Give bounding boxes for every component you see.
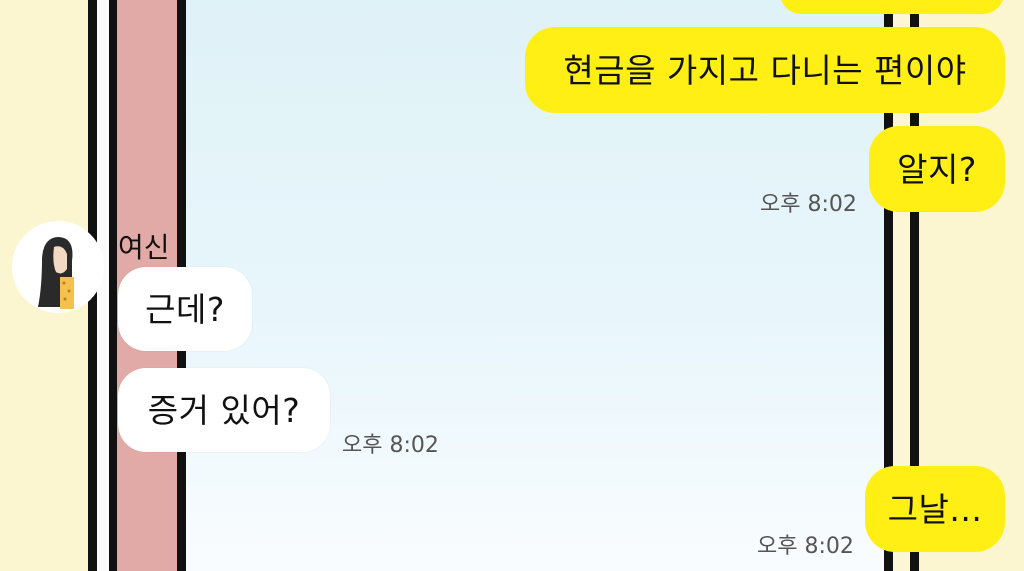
message-timestamp: 오후 8:02 — [342, 433, 439, 458]
message-text: 그날... — [887, 489, 983, 529]
message-text: 근데? — [145, 289, 225, 329]
message-text: 현금을 가지고 다니는 편이야 — [563, 50, 967, 90]
wall-stripe — [109, 0, 117, 571]
message-bubble-partial — [780, 0, 1004, 14]
message-timestamp: 오후 8:02 — [760, 192, 857, 217]
chat-scene: 현금을 가지고 다니는 편이야 알지? 오후 8:02 여신 근데? 증거 있어… — [0, 0, 1024, 571]
avatar-illustration — [12, 221, 104, 313]
my-message-bubble[interactable]: 그날... — [865, 466, 1005, 552]
sender-avatar[interactable] — [12, 221, 104, 313]
message-timestamp: 오후 8:02 — [757, 534, 854, 559]
message-text: 알지? — [897, 149, 977, 189]
their-message-bubble[interactable]: 근데? — [118, 267, 252, 351]
my-message-bubble[interactable]: 알지? — [869, 126, 1005, 212]
sender-name: 여신 — [118, 231, 170, 264]
message-text: 증거 있어? — [147, 390, 301, 430]
their-message-bubble[interactable]: 증거 있어? — [118, 368, 330, 452]
my-message-bubble[interactable]: 현금을 가지고 다니는 편이야 — [525, 27, 1005, 113]
